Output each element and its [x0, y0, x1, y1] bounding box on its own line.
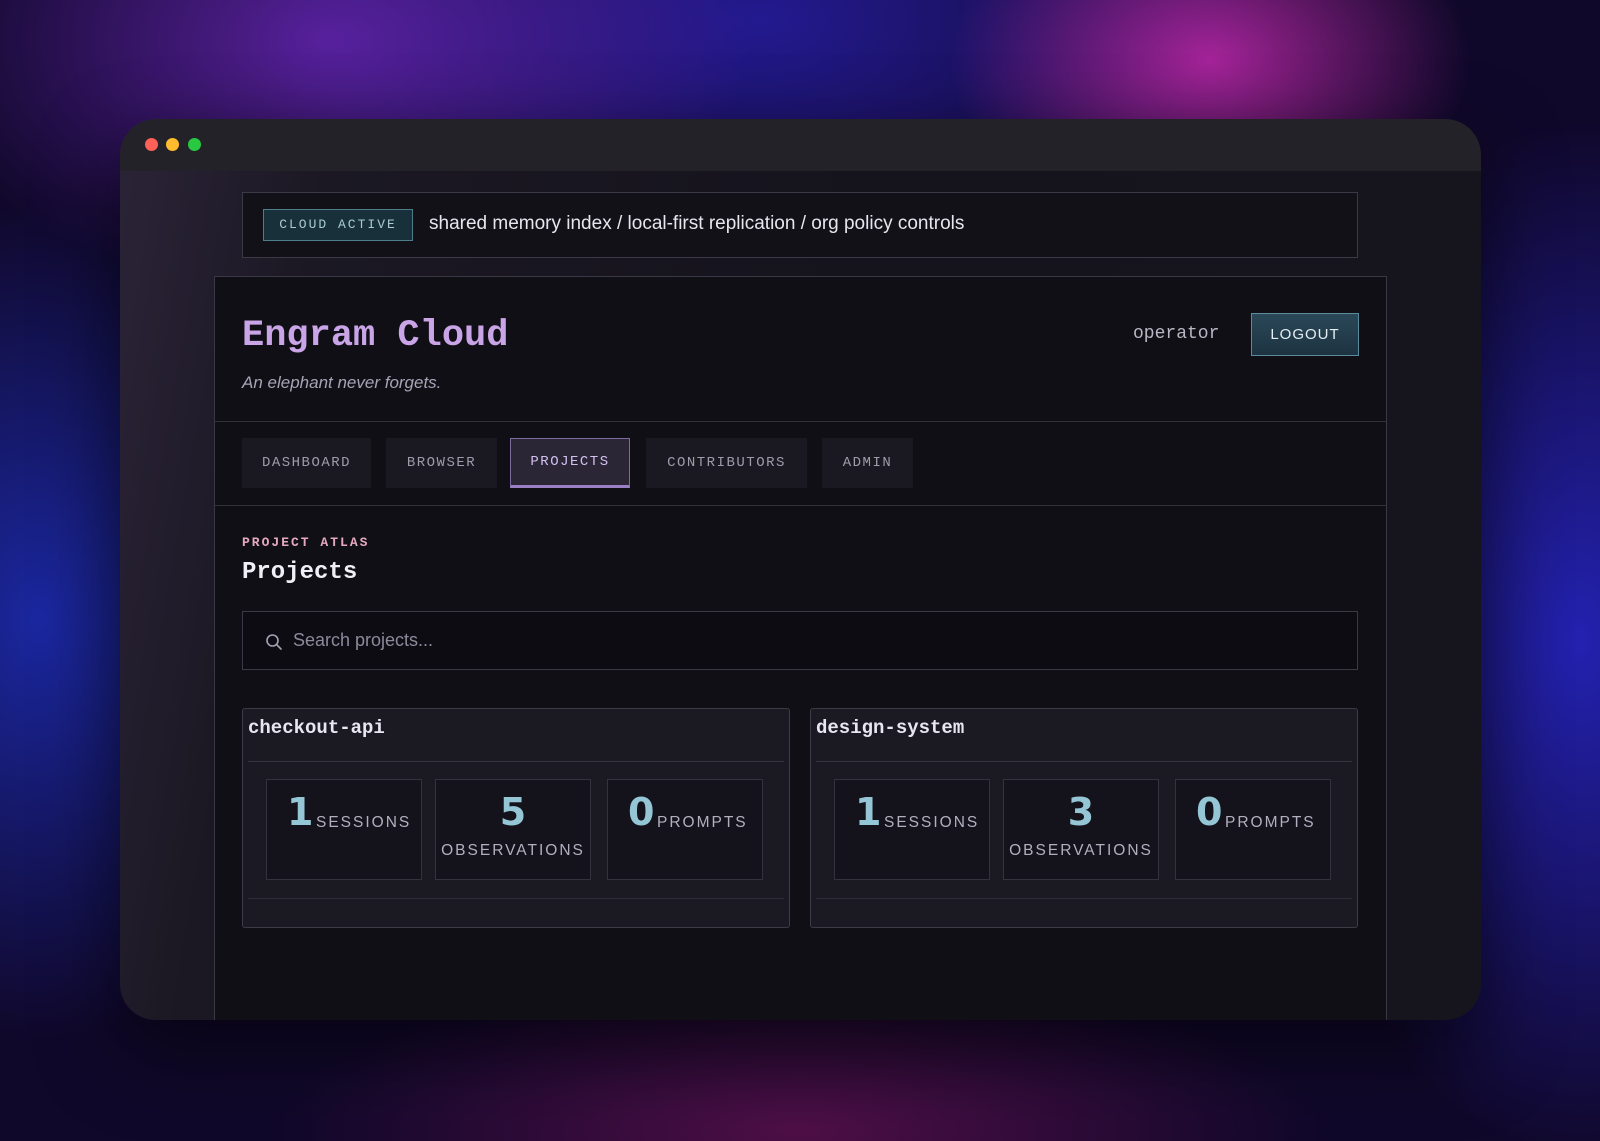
page-title: Projects	[242, 559, 358, 586]
stat-value: 0	[1196, 790, 1223, 834]
tab-browser[interactable]: BROWSER	[386, 438, 497, 488]
maximize-window-button[interactable]	[188, 138, 201, 151]
tab-projects[interactable]: PROJECTS	[510, 438, 630, 488]
stat-label: OBSERVATIONS	[1009, 842, 1153, 859]
status-banner: CLOUD ACTIVE shared memory index / local…	[242, 192, 1358, 258]
search-input[interactable]	[293, 612, 1333, 669]
stat-observations: 3 OBSERVATIONS	[1003, 779, 1159, 880]
stat-label: OBSERVATIONS	[441, 842, 585, 859]
banner-text: shared memory index / local-first replic…	[429, 213, 965, 234]
header-divider	[215, 421, 1386, 422]
card-divider	[248, 761, 784, 762]
stat-value: 3	[1067, 790, 1095, 834]
stat-value: 1	[287, 790, 314, 834]
project-name: design-system	[816, 717, 965, 739]
card-footer-divider	[248, 898, 784, 899]
stat-value: 5	[499, 790, 527, 834]
stat-prompts: 0 PROMPTS	[607, 779, 763, 880]
tab-contributors[interactable]: CONTRIBUTORS	[646, 438, 807, 488]
cloud-status-badge: CLOUD ACTIVE	[263, 209, 413, 241]
nav-divider	[215, 505, 1386, 506]
card-divider	[816, 761, 1352, 762]
project-card-design-system[interactable]: design-system 1 SESSIONS 3 OBSERVATIONS …	[810, 708, 1358, 928]
stat-value: 0	[628, 790, 655, 834]
minimize-window-button[interactable]	[166, 138, 179, 151]
tab-admin[interactable]: ADMIN	[822, 438, 913, 488]
stat-label: PROMPTS	[657, 814, 748, 831]
project-card-checkout-api[interactable]: checkout-api 1 SESSIONS 5 OBSERVATIONS 0…	[242, 708, 790, 928]
stat-value: 1	[855, 790, 882, 834]
stat-label: PROMPTS	[1225, 814, 1316, 831]
card-footer-divider	[816, 898, 1352, 899]
app-window: CLOUD ACTIVE shared memory index / local…	[120, 119, 1481, 1020]
current-user: operator	[1133, 324, 1220, 344]
stat-sessions: 1 SESSIONS	[834, 779, 990, 880]
app-title: Engram Cloud	[242, 315, 509, 357]
main-panel: Engram Cloud An elephant never forgets. …	[214, 276, 1387, 1020]
stat-sessions: 1 SESSIONS	[266, 779, 422, 880]
stat-observations: 5 OBSERVATIONS	[435, 779, 591, 880]
stat-label: SESSIONS	[884, 814, 980, 831]
close-window-button[interactable]	[145, 138, 158, 151]
stat-label: SESSIONS	[316, 814, 412, 831]
section-eyebrow: PROJECT ATLAS	[242, 535, 370, 550]
app-tagline: An elephant never forgets.	[242, 373, 442, 392]
project-name: checkout-api	[248, 717, 385, 739]
tab-dashboard[interactable]: DASHBOARD	[242, 438, 371, 488]
search-box[interactable]	[242, 611, 1358, 670]
stat-prompts: 0 PROMPTS	[1175, 779, 1331, 880]
window-titlebar	[120, 119, 1481, 171]
search-icon	[266, 634, 282, 650]
logout-button[interactable]: LOGOUT	[1251, 313, 1359, 356]
